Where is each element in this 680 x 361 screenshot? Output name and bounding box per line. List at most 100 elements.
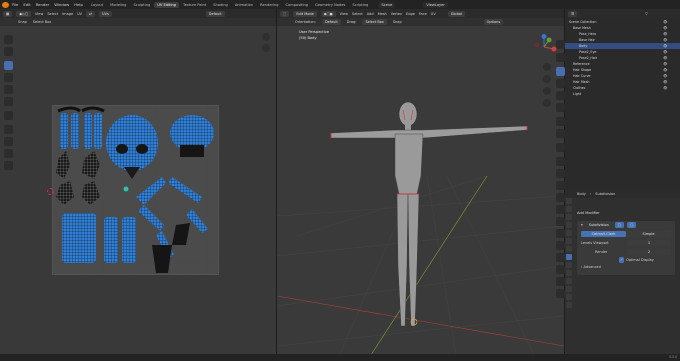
uv-menu-uv[interactable]: UV (77, 12, 82, 16)
tab-modeling[interactable]: Modeling (107, 2, 129, 8)
pan-hand-icon[interactable] (262, 44, 270, 52)
output-props-icon[interactable] (566, 214, 572, 220)
modifier-props-icon[interactable] (566, 254, 572, 260)
tool-rotate-icon[interactable] (4, 73, 13, 82)
menu-edit[interactable]: Edit (23, 2, 30, 7)
tool-tweak-icon[interactable] (556, 40, 565, 49)
uv-select-box[interactable]: Select Box (33, 20, 51, 24)
uv-menu-select[interactable]: Select (47, 12, 58, 16)
tool-rip-icon[interactable] (556, 289, 565, 298)
render-levels-field[interactable]: 2 (627, 249, 671, 255)
tab-texture-paint[interactable]: Texture Paint (180, 2, 209, 8)
tool-transform-icon[interactable] (556, 103, 565, 112)
tool-annotate-icon[interactable] (4, 111, 13, 120)
tool-inset-icon[interactable] (556, 169, 565, 178)
orientation-selector[interactable]: Default (321, 19, 341, 25)
menu-window[interactable]: Window (54, 2, 69, 7)
mode-selector[interactable]: Edit Mode (293, 10, 317, 17)
menu-uv[interactable]: UV (431, 12, 436, 16)
editor-type-button[interactable]: ▦ (3, 10, 13, 17)
transform-orientation[interactable]: Global (447, 10, 465, 17)
texture-props-icon[interactable] (566, 302, 572, 308)
uv-editor[interactable]: ▦ ◆◇▢ View Select Image UV ⇄ UVs Default… (0, 9, 276, 361)
tab-sculpting[interactable]: Sculpting (130, 2, 153, 8)
tool-measure-icon[interactable] (556, 129, 565, 138)
select-mode-button[interactable]: ◆▢◼ (320, 10, 336, 17)
tool-scale-icon[interactable] (4, 85, 13, 94)
pan-hand-icon[interactable] (543, 75, 551, 83)
menu-help[interactable]: Help (74, 2, 83, 7)
optimal-display-checkbox[interactable]: ✓ (619, 257, 624, 263)
scene-selector[interactable]: Scene (378, 1, 396, 8)
tab-scripting[interactable]: Scripting (349, 2, 371, 8)
tab-shading[interactable]: Shading (210, 2, 231, 8)
tool-move-icon[interactable] (4, 61, 13, 70)
menu-view[interactable]: View (340, 12, 348, 16)
tab-geometry-nodes[interactable]: Geometry Nodes (312, 2, 348, 8)
simple-button[interactable]: Simple (626, 231, 671, 237)
outliner-type-button[interactable]: ☰ (568, 10, 578, 17)
world-props-icon[interactable] (566, 238, 572, 244)
constraints-props-icon[interactable] (566, 278, 572, 284)
tool-rip-icon[interactable] (4, 161, 13, 170)
editor-type-button[interactable]: ⬚ (280, 10, 290, 17)
viewport-scene[interactable] (277, 26, 564, 361)
zoom-icon[interactable] (262, 33, 270, 41)
tool-knife-icon[interactable] (556, 205, 565, 214)
view-layer-selector[interactable]: ViewLayer (423, 1, 448, 8)
character-mesh[interactable] (330, 101, 528, 327)
options-menu[interactable]: Options (483, 19, 504, 25)
tool-transform-icon[interactable] (4, 97, 13, 106)
advanced-subpanel[interactable]: › Advanced (581, 265, 671, 269)
tool-tweak-icon[interactable] (4, 35, 13, 44)
menu-select[interactable]: Select (352, 12, 363, 16)
tool-move-icon[interactable] (556, 67, 565, 76)
menu-file[interactable]: File (12, 2, 18, 7)
modifier-name-field[interactable]: Subdivision (585, 222, 612, 228)
catmull-clark-button[interactable]: Catmull-Clark (581, 231, 626, 237)
object-props-icon[interactable] (566, 246, 572, 252)
tool-edge-slide-icon[interactable] (556, 253, 565, 262)
snap-menu[interactable]: Snap (393, 20, 402, 24)
physics-props-icon[interactable] (566, 270, 572, 276)
levels-viewport-field[interactable]: 1 (627, 240, 671, 246)
tool-loop-cut-icon[interactable] (556, 193, 565, 202)
uv-menu-view[interactable]: View (35, 12, 43, 16)
modifier-render-icon[interactable]: ▢ (627, 222, 637, 228)
menu-mesh[interactable]: Mesh (378, 12, 387, 16)
tool-spin-icon[interactable] (556, 229, 565, 238)
tool-smooth-icon[interactable] (556, 241, 565, 250)
uv-snap-menu[interactable]: Snap (18, 20, 27, 24)
uv-map-selector[interactable]: UVs (99, 10, 112, 17)
menu-add[interactable]: Add (367, 12, 374, 16)
filter-icon[interactable]: ▽ (645, 12, 648, 16)
uv-sync-button[interactable]: ⇄ (86, 10, 96, 17)
scene-props-icon[interactable] (566, 230, 572, 236)
tool-shear-icon[interactable] (556, 277, 565, 286)
uv-select-mode-button[interactable]: ◆◇▢ (16, 10, 32, 17)
tool-relax-icon[interactable] (4, 137, 13, 146)
uv-layout-canvas[interactable] (52, 105, 219, 275)
tool-extrude-icon[interactable] (556, 157, 565, 166)
tool-add-cube-icon[interactable] (556, 143, 565, 152)
grid-icon[interactable] (543, 99, 551, 107)
tab-layout[interactable]: Layout (88, 2, 106, 8)
data-props-icon[interactable] (566, 286, 572, 292)
tool-grab-icon[interactable] (4, 125, 13, 134)
menu-edge[interactable]: Edge (406, 12, 415, 16)
menu-face[interactable]: Face (419, 12, 427, 16)
tool-cursor-icon[interactable] (4, 47, 13, 56)
render-props-icon[interactable] (566, 206, 572, 212)
zoom-icon[interactable] (543, 63, 551, 71)
tool-cursor-icon[interactable] (556, 53, 565, 62)
visibility-eye-icon[interactable]: 👁 👁 👁 👁 👁 👁 👁 👁 👁 👁 👁 👁 (663, 19, 677, 97)
2d-cursor-icon[interactable] (47, 188, 54, 195)
modifier-expand-icon[interactable]: ▾ (581, 223, 583, 227)
menu-render[interactable]: Render (36, 2, 50, 7)
tab-compositing[interactable]: Compositing (283, 2, 312, 8)
image-selector[interactable]: Default (205, 10, 225, 17)
tool-scale-icon[interactable] (556, 91, 565, 100)
tool-pinch-icon[interactable] (4, 149, 13, 158)
tool-bevel-icon[interactable] (556, 181, 565, 190)
tool-annotate-icon[interactable] (556, 117, 565, 126)
